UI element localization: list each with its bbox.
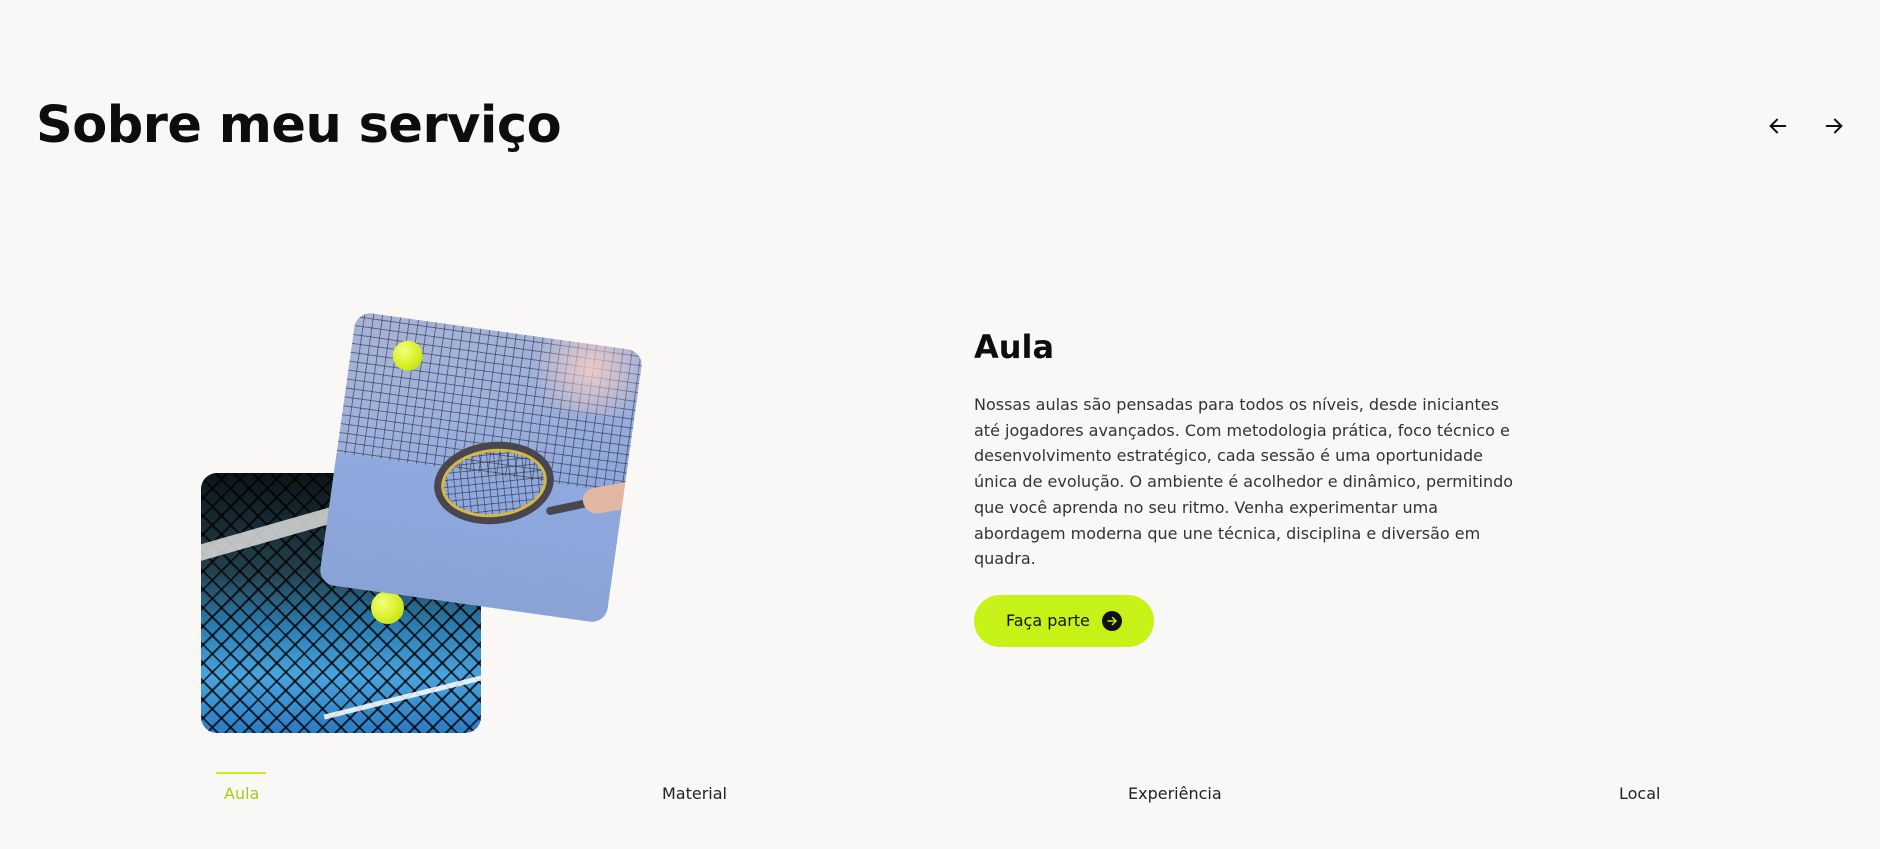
- tennis-ball-icon: [390, 338, 425, 373]
- court-line: [323, 661, 481, 720]
- carousel-nav: [1760, 108, 1852, 144]
- prev-button[interactable]: [1760, 108, 1796, 144]
- tab-experiencia[interactable]: Experiência: [1128, 772, 1222, 803]
- join-button[interactable]: Faça parte: [974, 594, 1154, 647]
- service-tabs: Aula Material Experiência Local: [0, 772, 1880, 812]
- section-title: Sobre meu serviço: [36, 96, 562, 155]
- tab-material[interactable]: Material: [662, 772, 727, 803]
- active-tab-indicator: [216, 772, 266, 774]
- page: Sobre meu serviço Aula Nossas aulas são …: [0, 0, 1880, 849]
- tennis-racket-photo: [318, 311, 644, 624]
- tab-label: Material: [662, 784, 727, 803]
- tennis-ball-icon: [371, 591, 404, 624]
- service-description: Nossas aulas são pensadas para todos os …: [974, 395, 1514, 569]
- service-content: Aula Nossas aulas são pensadas para todo…: [974, 328, 1514, 647]
- tab-local[interactable]: Local: [1619, 772, 1660, 803]
- tab-label: Aula: [224, 784, 260, 803]
- arrow-left-icon: [1769, 118, 1787, 134]
- arrow-right-icon: [1825, 118, 1843, 134]
- join-button-label: Faça parte: [1006, 611, 1090, 631]
- service-title: Aula: [974, 328, 1055, 366]
- hand: [580, 481, 633, 516]
- arrow-right-circle-icon: [1101, 610, 1122, 631]
- tab-aula[interactable]: Aula: [216, 772, 266, 803]
- tab-label: Experiência: [1128, 784, 1222, 803]
- tab-label: Local: [1619, 784, 1661, 803]
- light-flare: [515, 315, 644, 424]
- next-button[interactable]: [1816, 108, 1852, 144]
